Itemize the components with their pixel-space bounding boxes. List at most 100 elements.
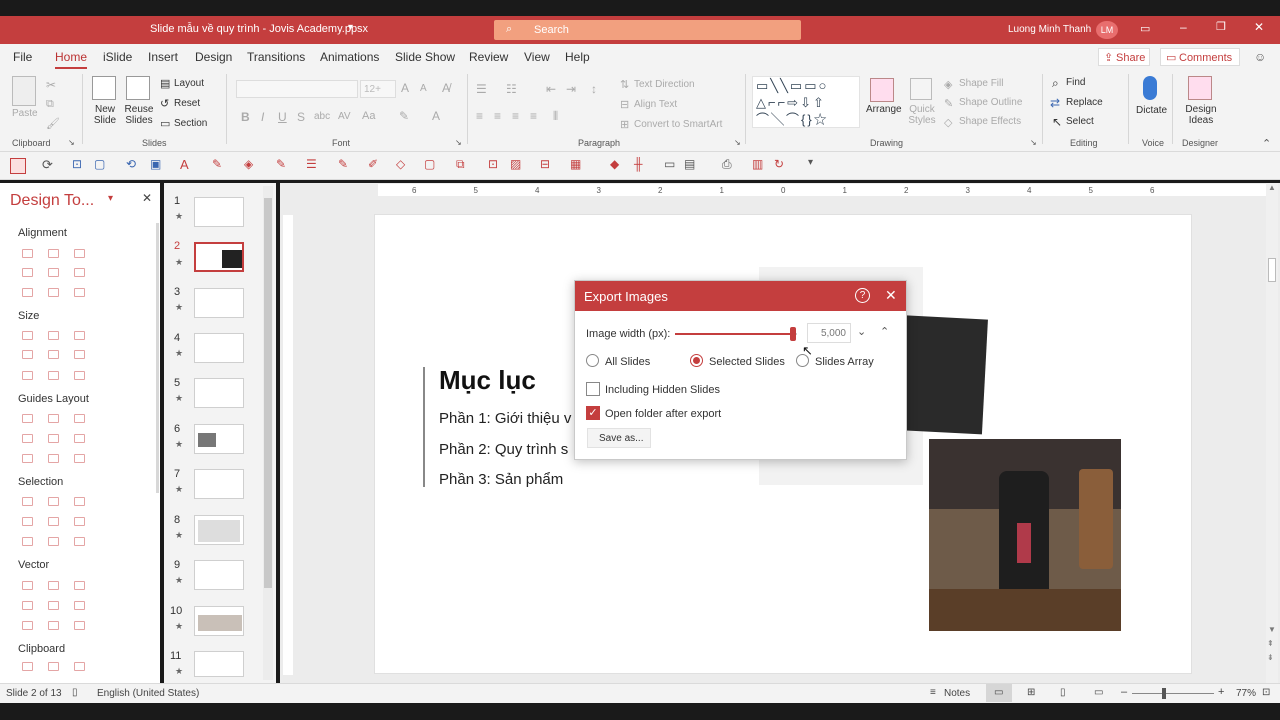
pane-menu-icon[interactable]: ▾ (108, 193, 113, 204)
bold-icon[interactable]: B (241, 110, 250, 124)
design-tool-icon[interactable] (48, 537, 59, 546)
zoom-slider[interactable] (1132, 688, 1214, 699)
slide-item[interactable]: Phần 1: Giới thiệu v (439, 410, 571, 427)
shape-tool-icon[interactable]: ▢ (94, 157, 105, 171)
selected-slides-radio[interactable] (690, 354, 703, 367)
design-tool-icon[interactable] (48, 454, 59, 463)
crop-icon[interactable]: ⊡ (488, 157, 498, 171)
convert-smartart-button[interactable]: Convert to SmartArt (634, 119, 722, 130)
align-left-icon[interactable]: ≡ (476, 109, 483, 123)
columns-icon[interactable]: ⫴ (553, 109, 558, 124)
image-width-slider[interactable] (675, 327, 797, 341)
design-tool-icon[interactable] (48, 601, 59, 610)
text-direction-button[interactable]: Text Direction (634, 79, 695, 90)
share-button[interactable]: ⇪ Share (1098, 48, 1150, 66)
italic-icon[interactable]: I (261, 110, 264, 124)
increase-icon[interactable]: ⌃ (880, 325, 889, 338)
new-slide-icon[interactable] (92, 76, 116, 100)
tab-animations[interactable]: Animations (320, 50, 379, 64)
zoom-level[interactable]: 77% (1236, 688, 1256, 699)
new-slide-button[interactable]: New Slide (88, 104, 122, 126)
design-tool-icon[interactable] (48, 268, 59, 277)
design-tool-icon[interactable] (22, 621, 33, 630)
tab-slide-show[interactable]: Slide Show (395, 50, 455, 64)
reuse-slides-icon[interactable] (126, 76, 150, 100)
image-width-input[interactable]: 5,000 (807, 323, 851, 343)
strike-icon[interactable]: abc (314, 111, 330, 122)
shape-fill-button[interactable]: Shape Fill (959, 78, 1003, 89)
tab-insert[interactable]: Insert (148, 50, 178, 64)
shape-style-icon[interactable]: ◇ (396, 157, 405, 171)
design-tool-icon[interactable] (74, 249, 85, 258)
slide-sorter-icon[interactable]: ⊞ (1027, 687, 1035, 698)
tab-help[interactable]: Help (565, 50, 590, 64)
image-tool-icon[interactable]: ▣ (150, 157, 161, 171)
design-tool-icon[interactable] (22, 371, 33, 380)
dialog-close-icon[interactable]: ✕ (885, 287, 897, 304)
design-tool-icon[interactable] (74, 331, 85, 340)
paste-icon[interactable] (12, 76, 36, 106)
slide-thumbnail[interactable] (194, 606, 244, 636)
slide-item[interactable]: Phần 2: Quy trình s (439, 441, 568, 458)
picture-icon[interactable]: ▨ (510, 157, 521, 171)
rotate-tool-icon[interactable]: ⟲ (126, 157, 136, 171)
paragraph-launcher-icon[interactable]: ↘ (734, 138, 741, 147)
font-color-tool-icon[interactable]: A (180, 157, 189, 172)
arrange-icon[interactable] (870, 78, 894, 102)
design-tool-icon[interactable] (74, 288, 85, 297)
shapes-gallery[interactable]: ▭╲╲▭▭○ △⌐⌐⇨⇩⇧ ⌒╲⌒{}☆ (752, 76, 860, 128)
clipboard-launcher-icon[interactable]: ↘ (68, 138, 75, 147)
align-text-button[interactable]: Align Text (634, 99, 677, 110)
slide-thumbnail[interactable] (194, 515, 244, 545)
slideshow-icon[interactable]: ▭ (1094, 687, 1103, 698)
design-ideas-button[interactable]: Design Ideas (1182, 104, 1220, 126)
tab-home[interactable]: Home (55, 50, 88, 69)
design-tool-icon[interactable] (74, 434, 85, 443)
language-status[interactable]: English (United States) (97, 688, 199, 699)
font-launcher-icon[interactable]: ↘ (455, 138, 462, 147)
design-tool-icon[interactable] (48, 288, 59, 297)
design-tool-icon[interactable] (22, 537, 33, 546)
grid-tool-icon[interactable]: ▦ (570, 157, 581, 171)
design-tool-icon[interactable] (74, 601, 85, 610)
collapse-ribbon-icon[interactable]: ⌃ (1262, 137, 1271, 150)
font-name-select[interactable] (236, 80, 358, 98)
shape-effects-button[interactable]: Shape Effects (959, 116, 1021, 127)
table-tool-icon[interactable]: ⊟ (540, 157, 550, 171)
design-tool-icon[interactable] (22, 331, 33, 340)
reset-button[interactable]: Reset (174, 98, 200, 109)
design-tool-icon[interactable] (48, 497, 59, 506)
replace-button[interactable]: Replace (1066, 97, 1103, 108)
decrease-icon[interactable]: ⌄ (857, 325, 866, 338)
spellcheck-icon[interactable]: ▯ (72, 687, 78, 698)
section-button[interactable]: Section (174, 118, 207, 129)
design-tool-icon[interactable] (22, 581, 33, 590)
design-tool-icon[interactable] (48, 371, 59, 380)
slider-handle[interactable] (790, 327, 797, 341)
copy-icon[interactable]: ⧉ (46, 98, 54, 111)
slide-heading[interactable]: Mục lục (439, 365, 536, 396)
minimize-icon[interactable]: – (1180, 20, 1187, 34)
line-spacing-icon[interactable]: ↕ (591, 82, 597, 96)
design-tool-icon[interactable] (74, 371, 85, 380)
pane-scrollbar[interactable] (156, 223, 159, 493)
product-photo-bottle[interactable] (929, 439, 1121, 631)
design-tool-icon[interactable] (22, 517, 33, 526)
tab-transitions[interactable]: Transitions (247, 50, 305, 64)
microphone-icon[interactable] (1143, 76, 1157, 100)
design-tool-icon[interactable] (22, 249, 33, 258)
open-folder-checkbox[interactable]: ✓ (586, 406, 600, 420)
design-tool-icon[interactable] (22, 414, 33, 423)
shadow-icon[interactable]: S (297, 110, 305, 124)
notes-button[interactable]: Notes (944, 688, 970, 699)
user-name[interactable]: Luong Minh Thanh (1008, 24, 1091, 35)
fill-tool-icon[interactable]: ◈ (244, 157, 253, 171)
design-tool-icon[interactable] (22, 350, 33, 359)
find-button[interactable]: Find (1066, 77, 1085, 88)
text-box-icon[interactable]: ⊡ (72, 157, 82, 171)
design-tool-icon[interactable] (48, 414, 59, 423)
reuse-slides-button[interactable]: Reuse Slides (122, 104, 156, 126)
all-slides-radio[interactable] (586, 354, 599, 367)
design-tool-icon[interactable] (74, 350, 85, 359)
design-tool-icon[interactable] (74, 581, 85, 590)
